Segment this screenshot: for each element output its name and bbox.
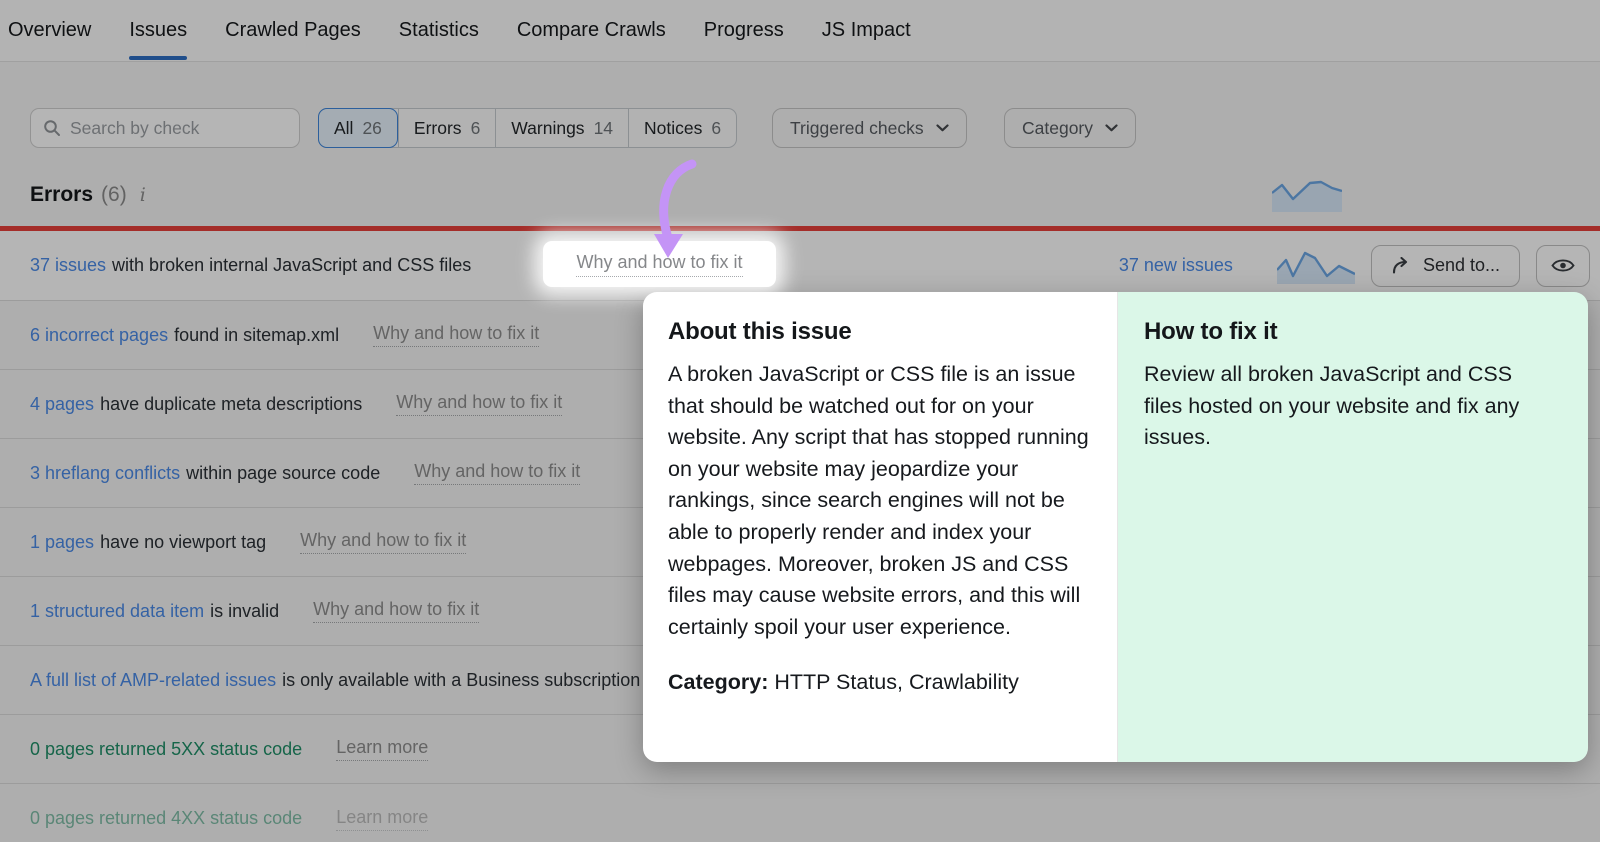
issue-link[interactable]: 1 structured data item bbox=[30, 601, 204, 622]
issue-trend-sparkline bbox=[1277, 248, 1355, 284]
about-this-issue-panel: About this issue A broken JavaScript or … bbox=[643, 292, 1117, 762]
tab-issues[interactable]: Issues bbox=[129, 0, 187, 62]
fix-body: Review all broken JavaScript and CSS fil… bbox=[1144, 359, 1552, 454]
issue-link[interactable]: 3 hreflang conflicts bbox=[30, 463, 180, 484]
category-line: Category: HTTP Status, Crawlability bbox=[668, 670, 1092, 695]
new-issues-link[interactable]: 37 new issues bbox=[1119, 255, 1233, 276]
passed-check-text: 0 pages returned 5XX status code bbox=[30, 739, 302, 760]
filter-all-count: 26 bbox=[362, 118, 381, 139]
fix-title: How to fix it bbox=[1144, 318, 1552, 346]
why-how-to-fix-link[interactable]: Why and how to fix it bbox=[300, 530, 466, 554]
filter-notices-count: 6 bbox=[711, 118, 721, 139]
tab-crawled-pages[interactable]: Crawled Pages bbox=[225, 0, 361, 62]
triggered-checks-dropdown[interactable]: Triggered checks bbox=[772, 108, 967, 148]
issue-link[interactable]: 37 issues bbox=[30, 255, 106, 276]
chevron-down-icon bbox=[936, 124, 949, 132]
tab-compare-crawls[interactable]: Compare Crawls bbox=[517, 0, 666, 62]
issue-row-broken-js-css[interactable]: 37 issues with broken internal JavaScrip… bbox=[0, 231, 1600, 301]
tab-statistics[interactable]: Statistics bbox=[399, 0, 479, 62]
issue-row-4xx[interactable]: 0 pages returned 4XX status code Learn m… bbox=[0, 784, 1600, 842]
filter-errors-count: 6 bbox=[471, 118, 481, 139]
section-count: (6) bbox=[101, 183, 127, 207]
why-how-to-fix-spotlight[interactable]: Why and how to fix it bbox=[543, 241, 776, 287]
hide-issue-button[interactable] bbox=[1536, 245, 1590, 287]
category-dropdown[interactable]: Category bbox=[1004, 108, 1136, 148]
filter-all[interactable]: All 26 bbox=[318, 108, 398, 148]
learn-more-link[interactable]: Learn more bbox=[336, 807, 428, 831]
errors-trend-sparkline bbox=[1272, 178, 1342, 212]
filter-warnings[interactable]: Warnings 14 bbox=[495, 109, 628, 147]
filter-notices[interactable]: Notices 6 bbox=[628, 109, 736, 147]
tab-js-impact[interactable]: JS Impact bbox=[822, 0, 911, 62]
about-body: A broken JavaScript or CSS file is an is… bbox=[668, 359, 1092, 643]
tab-overview[interactable]: Overview bbox=[8, 0, 91, 62]
why-how-to-fix-link[interactable]: Why and how to fix it bbox=[414, 461, 580, 485]
section-title: Errors bbox=[30, 183, 93, 207]
issue-link[interactable]: A full list of AMP-related issues bbox=[30, 670, 276, 691]
send-to-button[interactable]: Send to... bbox=[1371, 245, 1520, 287]
learn-more-link[interactable]: Learn more bbox=[336, 737, 428, 761]
about-title: About this issue bbox=[668, 318, 1092, 346]
why-how-to-fix-link[interactable]: Why and how to fix it bbox=[313, 599, 479, 623]
how-to-fix-panel: How to fix it Review all broken JavaScri… bbox=[1117, 292, 1588, 762]
search-input[interactable] bbox=[70, 118, 295, 139]
send-arrow-icon bbox=[1391, 257, 1412, 274]
filter-warnings-count: 14 bbox=[594, 118, 613, 139]
eye-icon bbox=[1551, 257, 1575, 274]
why-how-to-fix-link[interactable]: Why and how to fix it bbox=[396, 392, 562, 416]
issue-link[interactable]: 4 pages bbox=[30, 394, 94, 415]
info-icon[interactable]: i bbox=[135, 184, 146, 206]
top-navigation: Overview Issues Crawled Pages Statistics… bbox=[0, 0, 1600, 62]
passed-check-text: 0 pages returned 4XX status code bbox=[30, 808, 302, 829]
row-actions: 37 new issues Send to... bbox=[1119, 231, 1590, 300]
filter-errors[interactable]: Errors 6 bbox=[398, 109, 495, 147]
issue-link[interactable]: 6 incorrect pages bbox=[30, 325, 168, 346]
search-icon bbox=[43, 119, 61, 137]
why-how-to-fix-link[interactable]: Why and how to fix it bbox=[373, 323, 539, 347]
issue-details-popup: About this issue A broken JavaScript or … bbox=[643, 292, 1588, 762]
search-by-check-box[interactable] bbox=[30, 108, 300, 148]
errors-section-header: Errors (6) i bbox=[30, 183, 146, 207]
chevron-down-icon bbox=[1105, 124, 1118, 132]
severity-filter-group: All 26 Errors 6 Warnings 14 Notices 6 bbox=[318, 108, 737, 148]
issue-link[interactable]: 1 pages bbox=[30, 532, 94, 553]
tab-progress[interactable]: Progress bbox=[704, 0, 784, 62]
